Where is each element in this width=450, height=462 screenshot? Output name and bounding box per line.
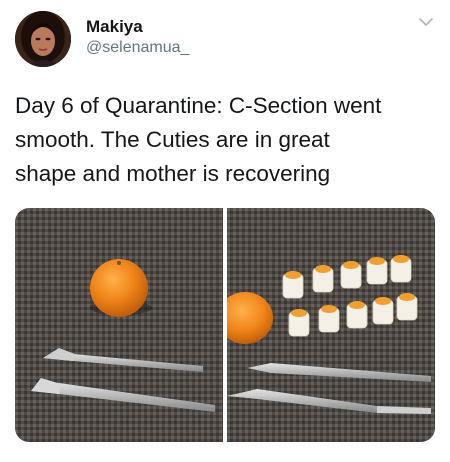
avatar[interactable] (15, 11, 71, 67)
author-handle[interactable]: @selenamua_ (86, 39, 189, 57)
media-grid (15, 208, 435, 442)
tweet-text-line: Day 6 of Quarantine: C-Section went (15, 93, 382, 118)
tweet-card: Makiya @selenamua_ Day 6 of Quarantine: … (0, 0, 450, 462)
tweet-text: Day 6 of Quarantine: C-Section went smoo… (15, 89, 435, 191)
profile-photo-icon (15, 11, 71, 67)
photo-peeled-mandarin-segments-with-scalpels[interactable] (217, 208, 435, 442)
tweet-text-line: shape and mother is recovering (15, 161, 331, 186)
chevron-down-icon[interactable] (418, 14, 434, 30)
photo-whole-mandarin-with-scalpels[interactable] (15, 208, 223, 442)
tweet-text-line: smooth. The Cuties are in great (15, 127, 330, 152)
author-display-name[interactable]: Makiya (86, 17, 143, 37)
